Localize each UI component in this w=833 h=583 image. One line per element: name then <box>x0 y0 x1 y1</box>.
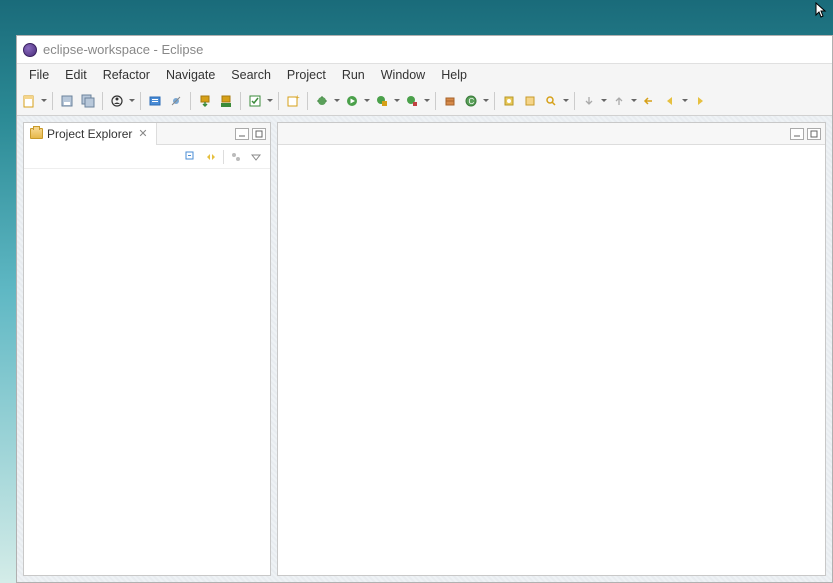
profile-button[interactable] <box>107 90 127 112</box>
project-explorer-label: Project Explorer <box>47 127 132 141</box>
search-dropdown[interactable] <box>562 90 570 112</box>
menu-refactor[interactable]: Refactor <box>95 66 158 84</box>
back-button[interactable] <box>660 90 680 112</box>
new-button[interactable] <box>19 90 39 112</box>
project-explorer-panel: Project Explorer ✕ <box>23 122 271 576</box>
explorer-tree[interactable] <box>24 169 270 575</box>
coverage-dropdown[interactable] <box>393 90 401 112</box>
menu-edit[interactable]: Edit <box>57 66 95 84</box>
open-type-button[interactable] <box>499 90 519 112</box>
toggle-button[interactable] <box>245 90 265 112</box>
svg-text:+: + <box>295 94 300 102</box>
save-all-button[interactable] <box>78 90 98 112</box>
run-button[interactable] <box>342 90 362 112</box>
menu-project[interactable]: Project <box>279 66 334 84</box>
editor-minimize-button[interactable] <box>790 128 804 140</box>
explorer-tab-row: Project Explorer ✕ <box>24 123 270 145</box>
focus-button[interactable] <box>228 149 244 165</box>
new-dropdown[interactable] <box>40 90 48 112</box>
editor-maximize-button[interactable] <box>807 128 821 140</box>
view-menu-button[interactable] <box>248 149 264 165</box>
search-button[interactable] <box>541 90 561 112</box>
save-button[interactable] <box>57 90 77 112</box>
mouse-cursor-icon <box>815 2 829 20</box>
next-annotation-button[interactable] <box>579 90 599 112</box>
menu-window[interactable]: Window <box>373 66 433 84</box>
maximize-view-button[interactable] <box>252 128 266 140</box>
editor-tab-row <box>278 123 825 145</box>
skip-breakpoints-button[interactable] <box>166 90 186 112</box>
titlebar[interactable]: eclipse-workspace - Eclipse <box>17 36 832 64</box>
run-dropdown[interactable] <box>363 90 371 112</box>
external-tools-button[interactable] <box>402 90 422 112</box>
package-down-button[interactable] <box>195 90 215 112</box>
editor-area[interactable] <box>278 145 825 575</box>
prev-annotation-dropdown[interactable] <box>630 90 638 112</box>
coverage-button[interactable] <box>372 90 392 112</box>
debug-dropdown[interactable] <box>333 90 341 112</box>
menu-run[interactable]: Run <box>334 66 373 84</box>
open-task-button[interactable] <box>520 90 540 112</box>
window-title: eclipse-workspace - Eclipse <box>43 42 203 57</box>
menu-search[interactable]: Search <box>223 66 279 84</box>
new-project-button[interactable]: + <box>283 90 303 112</box>
new-java-class-button[interactable]: C <box>461 90 481 112</box>
folder-icon <box>30 128 43 139</box>
project-explorer-tab[interactable]: Project Explorer ✕ <box>24 123 157 145</box>
new-java-package-button[interactable] <box>440 90 460 112</box>
link-with-editor-button[interactable] <box>203 149 219 165</box>
explorer-toolbar <box>24 145 270 169</box>
editor-panel <box>277 122 826 576</box>
menu-navigate[interactable]: Navigate <box>158 66 223 84</box>
back-dropdown[interactable] <box>681 90 689 112</box>
workspace: Project Explorer ✕ <box>17 116 832 582</box>
prev-annotation-button[interactable] <box>609 90 629 112</box>
toggle-dropdown[interactable] <box>266 90 274 112</box>
external-tools-dropdown[interactable] <box>423 90 431 112</box>
menu-help[interactable]: Help <box>433 66 475 84</box>
link-editor-button[interactable] <box>145 90 165 112</box>
package-up-button[interactable] <box>216 90 236 112</box>
collapse-all-button[interactable] <box>183 149 199 165</box>
menu-file[interactable]: File <box>21 66 57 84</box>
minimize-view-button[interactable] <box>235 128 249 140</box>
new-class-dropdown[interactable] <box>482 90 490 112</box>
menubar: File Edit Refactor Navigate Search Proje… <box>17 64 832 86</box>
main-toolbar: + C <box>17 86 832 116</box>
eclipse-icon <box>23 43 37 57</box>
next-annotation-dropdown[interactable] <box>600 90 608 112</box>
eclipse-window: eclipse-workspace - Eclipse File Edit Re… <box>16 35 833 583</box>
svg-text:C: C <box>469 97 475 106</box>
debug-button[interactable] <box>312 90 332 112</box>
profile-dropdown[interactable] <box>128 90 136 112</box>
forward-button[interactable] <box>690 90 710 112</box>
close-tab-button[interactable]: ✕ <box>136 127 149 140</box>
last-edit-button[interactable] <box>639 90 659 112</box>
